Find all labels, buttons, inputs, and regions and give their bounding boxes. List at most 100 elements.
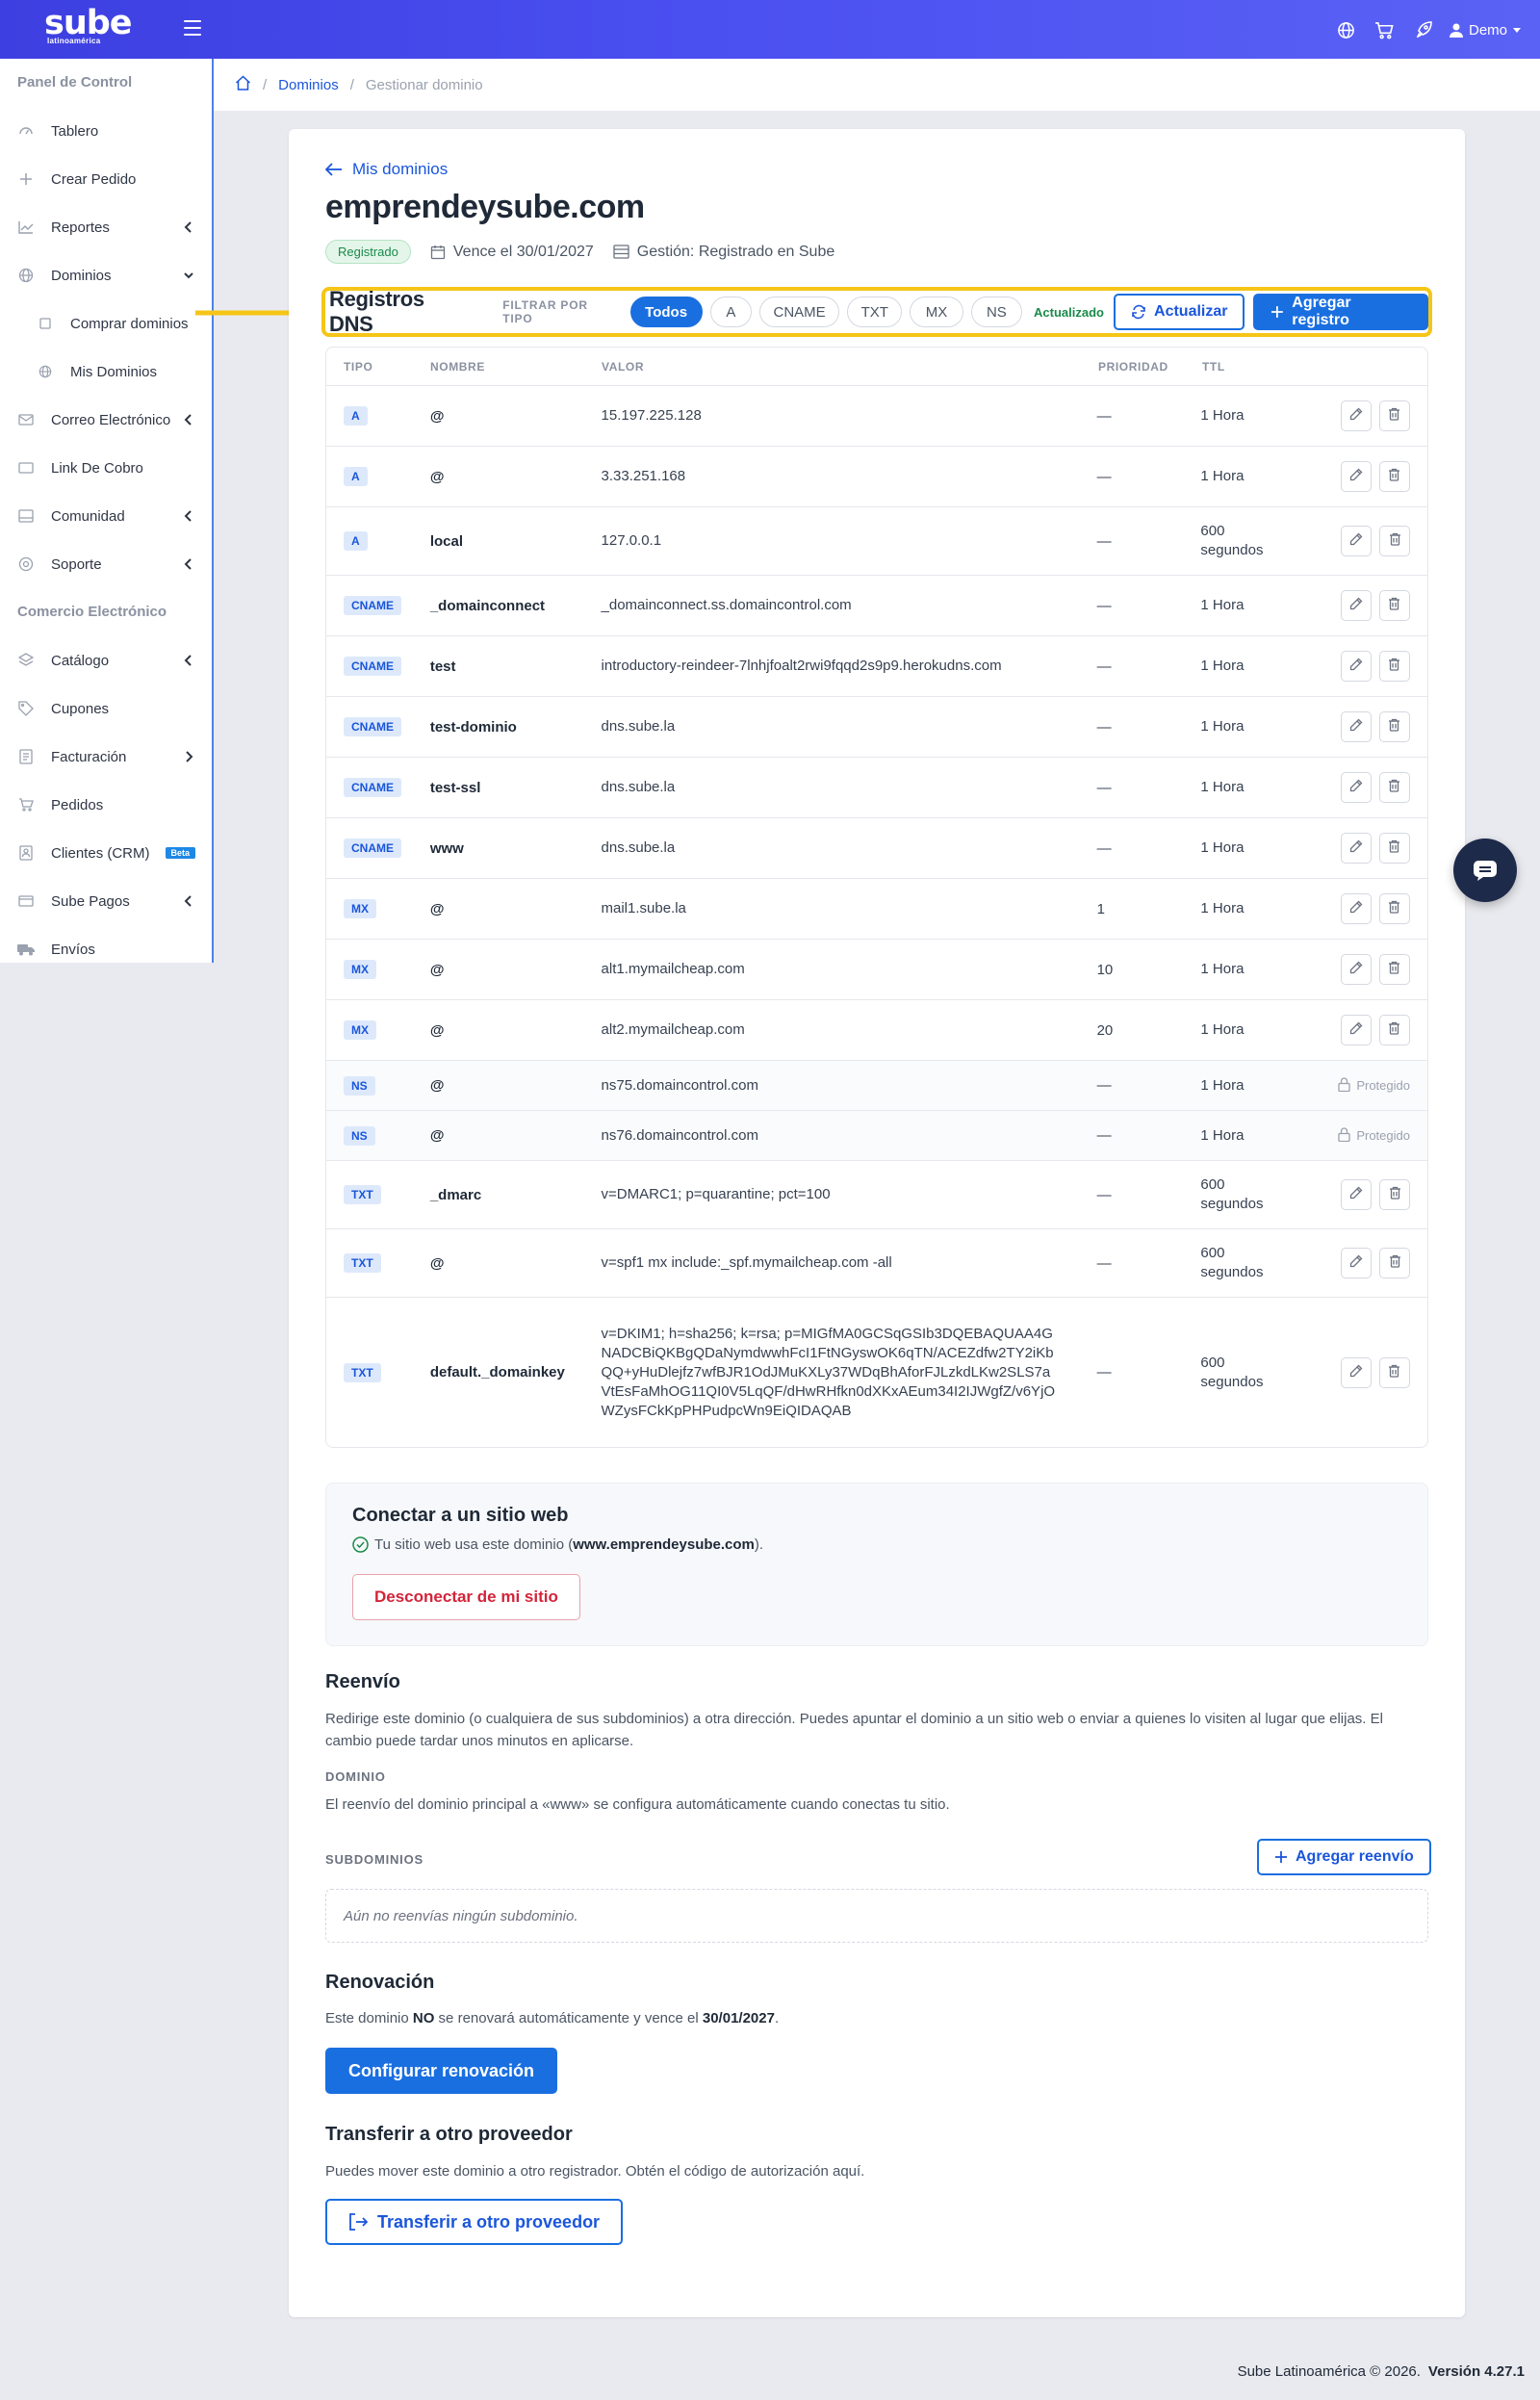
user-menu[interactable]: Demo: [1449, 22, 1521, 39]
edit-record-button[interactable]: [1340, 1015, 1372, 1045]
delete-record-button[interactable]: [1378, 400, 1410, 431]
layers-icon: [17, 652, 35, 669]
sidebar: Panel de Control Tablero Crear Pedido Re…: [0, 59, 214, 963]
edit-record-button[interactable]: [1340, 461, 1372, 492]
edit-record-button[interactable]: [1340, 893, 1372, 924]
sidebar-item-correo[interactable]: Correo Electrónico: [0, 396, 212, 444]
configure-renewal-button[interactable]: Configurar renovación: [325, 2048, 558, 2094]
cart-icon[interactable]: [1373, 17, 1398, 42]
add-forwarding-button[interactable]: Agregar reenvío: [1257, 1839, 1431, 1875]
edit-record-button[interactable]: [1340, 711, 1372, 742]
sidebar-item-clientes[interactable]: Clientes (CRM) Beta: [0, 829, 212, 877]
sidebar-item-label: Catálogo: [51, 652, 110, 669]
sidebar-item-facturacion[interactable]: Facturación: [0, 733, 212, 781]
menu-toggle-icon[interactable]: [184, 20, 201, 36]
edit-record-button[interactable]: [1341, 1248, 1372, 1278]
sidebar-item-pedidos[interactable]: Pedidos: [0, 781, 212, 829]
edit-record-button[interactable]: [1341, 1179, 1372, 1210]
sidebar-item-reportes[interactable]: Reportes: [0, 203, 212, 251]
management-info: Gestión: Registrado en Sube: [613, 244, 834, 261]
plus-icon: [1271, 306, 1284, 318]
sidebar-item-label: Dominios: [51, 267, 112, 284]
lock-icon: [1338, 1126, 1350, 1145]
transfer-button[interactable]: Transferir a otro proveedor: [325, 2199, 624, 2245]
connect-title: Conectar a un sitio web: [352, 1505, 569, 1526]
sidebar-section-commerce: Comercio Electrónico: [17, 604, 167, 620]
sidebar-item-mis-dominios[interactable]: Mis Dominios: [0, 348, 212, 396]
back-to-domains-link[interactable]: Mis dominios: [325, 160, 448, 179]
filter-label: FILTRAR POR TIPO: [502, 298, 588, 325]
sidebar-item-cupones[interactable]: Cupones: [0, 684, 212, 733]
sidebar-item-comprar-dominios[interactable]: Comprar dominios: [0, 299, 212, 348]
trash-icon: [1389, 532, 1401, 550]
sidebar-item-label: Crear Pedido: [51, 170, 137, 188]
record-actions: [1277, 526, 1427, 556]
sidebar-item-link-de-cobro[interactable]: Link De Cobro: [0, 444, 212, 492]
delete-record-button[interactable]: [1379, 1248, 1410, 1278]
record-value: ns76.domaincontrol.com: [601, 1126, 758, 1144]
breadcrumb-dominios-link[interactable]: Dominios: [278, 77, 339, 93]
sidebar-item-label: Envíos: [51, 941, 95, 958]
delete-record-button[interactable]: [1378, 893, 1410, 924]
column-header-name: NOMBRE: [430, 359, 485, 374]
delete-record-button[interactable]: [1378, 590, 1410, 621]
delete-record-button[interactable]: [1378, 461, 1410, 492]
delete-record-button[interactable]: [1378, 1015, 1410, 1045]
filter-chip-ns[interactable]: NS: [970, 297, 1023, 327]
home-icon[interactable]: [235, 75, 251, 94]
refresh-button[interactable]: Actualizar: [1114, 294, 1245, 330]
disconnect-site-button[interactable]: Desconectar de mi sitio: [352, 1574, 580, 1620]
sidebar-item-dominios[interactable]: Dominios: [0, 251, 212, 299]
add-record-label: Agregar registro: [1292, 295, 1351, 328]
renewal-text-before: Este dominio: [325, 2010, 413, 2026]
edit-record-button[interactable]: [1341, 526, 1372, 556]
filter-chip-txt[interactable]: TXT: [847, 297, 903, 327]
delete-record-button[interactable]: [1378, 1356, 1410, 1388]
transfer-text: Puedes mover este dominio a otro registr…: [325, 2163, 865, 2180]
community-icon: [17, 507, 35, 525]
footer-version: Versión 4.27.1: [1427, 2363, 1525, 2380]
delete-record-button[interactable]: [1378, 954, 1410, 985]
delete-record-button[interactable]: [1378, 651, 1410, 682]
sidebar-item-sube-pagos[interactable]: Sube Pagos: [0, 877, 212, 925]
delete-record-button[interactable]: [1378, 833, 1410, 864]
updated-status: Actualizado: [1034, 304, 1105, 320]
breadcrumb: / Dominios / Gestionar dominio: [214, 59, 1540, 111]
delete-record-button[interactable]: [1379, 1179, 1410, 1210]
filter-chip-todos[interactable]: Todos: [629, 297, 703, 327]
pencil-icon: [1349, 900, 1363, 917]
edit-record-button[interactable]: [1340, 833, 1372, 864]
sidebar-item-envios[interactable]: Envíos: [0, 925, 212, 973]
add-record-button[interactable]: Agregar registro: [1253, 294, 1428, 330]
delete-record-button[interactable]: [1378, 772, 1410, 803]
edit-record-button[interactable]: [1340, 954, 1372, 985]
rocket-icon[interactable]: [1411, 17, 1436, 42]
edit-record-button[interactable]: [1340, 1356, 1372, 1388]
record-ttl: 1 Hora: [1200, 839, 1245, 856]
sidebar-item-crear-pedido[interactable]: Crear Pedido: [0, 155, 212, 203]
filter-chip-a[interactable]: A: [709, 297, 753, 327]
edit-record-button[interactable]: [1340, 772, 1372, 803]
delete-record-button[interactable]: [1378, 711, 1410, 742]
plus-icon: [1275, 1851, 1287, 1863]
delete-record-button[interactable]: [1379, 526, 1410, 556]
globe-icon[interactable]: [1334, 17, 1359, 42]
sidebar-item-soporte[interactable]: Soporte: [0, 540, 212, 588]
sidebar-item-catalogo[interactable]: Catálogo: [0, 636, 212, 684]
transfer-title: Transferir a otro proveedor: [325, 2124, 573, 2145]
filter-chip-mx[interactable]: MX: [910, 297, 963, 327]
chat-widget-button[interactable]: [1453, 839, 1517, 902]
sube-logo[interactable]: sube latinoamérica: [44, 6, 133, 52]
record-value: dns.sube.la: [601, 839, 676, 856]
edit-record-button[interactable]: [1340, 400, 1372, 431]
sidebar-item-label: Tablero: [51, 122, 99, 140]
table-row: CNAME test-ssl dns.sube.la — 1 Hora: [326, 758, 1427, 818]
edit-record-button[interactable]: [1340, 651, 1372, 682]
filter-chip-cname[interactable]: CNAME: [759, 297, 840, 327]
edit-record-button[interactable]: [1340, 590, 1372, 621]
sidebar-item-comunidad[interactable]: Comunidad: [0, 492, 212, 540]
sidebar-item-tablero[interactable]: Tablero: [0, 107, 212, 155]
record-name: @: [429, 1254, 445, 1272]
chart-icon: [17, 219, 35, 236]
record-ttl: 600 segundos: [1200, 523, 1264, 558]
